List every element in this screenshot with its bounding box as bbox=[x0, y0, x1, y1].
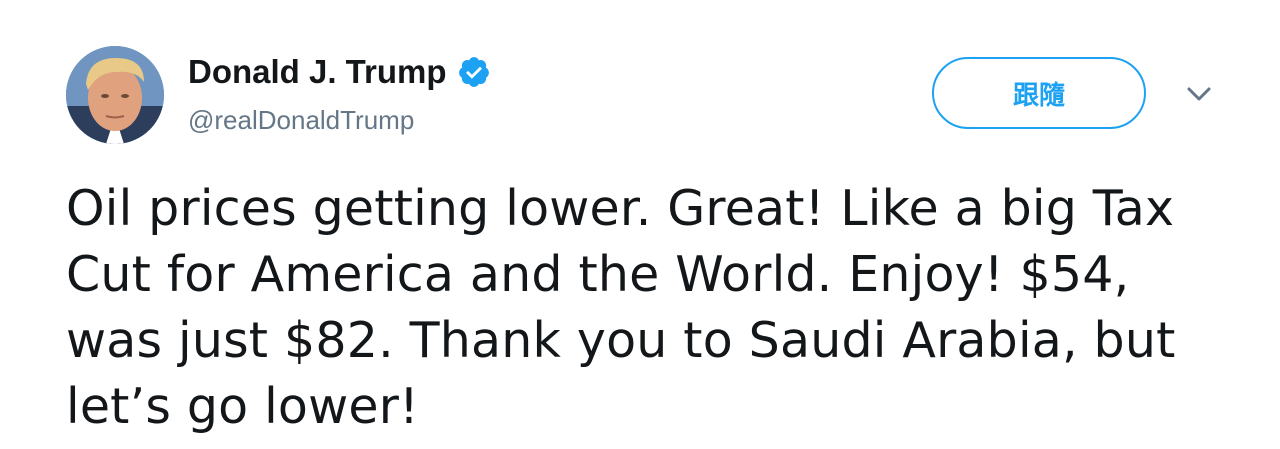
tweet-text: Oil prices getting lower. Great! Like a … bbox=[66, 176, 1216, 440]
tweet-text-line: Cut for America and the World. Enjoy! $5… bbox=[66, 246, 1130, 303]
tweet-text-line: was just $82. Thank you to Saudi Arabia,… bbox=[66, 312, 1176, 369]
author-display-name[interactable]: Donald J. Trump bbox=[188, 52, 447, 92]
chevron-down-icon[interactable] bbox=[1184, 82, 1214, 106]
tweet-text-line: Oil prices getting lower. Great! Like a … bbox=[66, 180, 1175, 237]
verified-badge-icon bbox=[457, 55, 491, 89]
tweet-text-line: let’s go lower! bbox=[66, 378, 419, 435]
author-handle[interactable]: @realDonaldTrump bbox=[188, 103, 414, 137]
author-name-row: Donald J. Trump bbox=[188, 52, 491, 92]
avatar-image bbox=[66, 46, 164, 144]
tweet-card: Donald J. Trump @realDonaldTrump 跟隨 Oil … bbox=[0, 0, 1280, 449]
follow-button[interactable]: 跟隨 bbox=[932, 57, 1146, 129]
avatar[interactable] bbox=[66, 46, 164, 144]
